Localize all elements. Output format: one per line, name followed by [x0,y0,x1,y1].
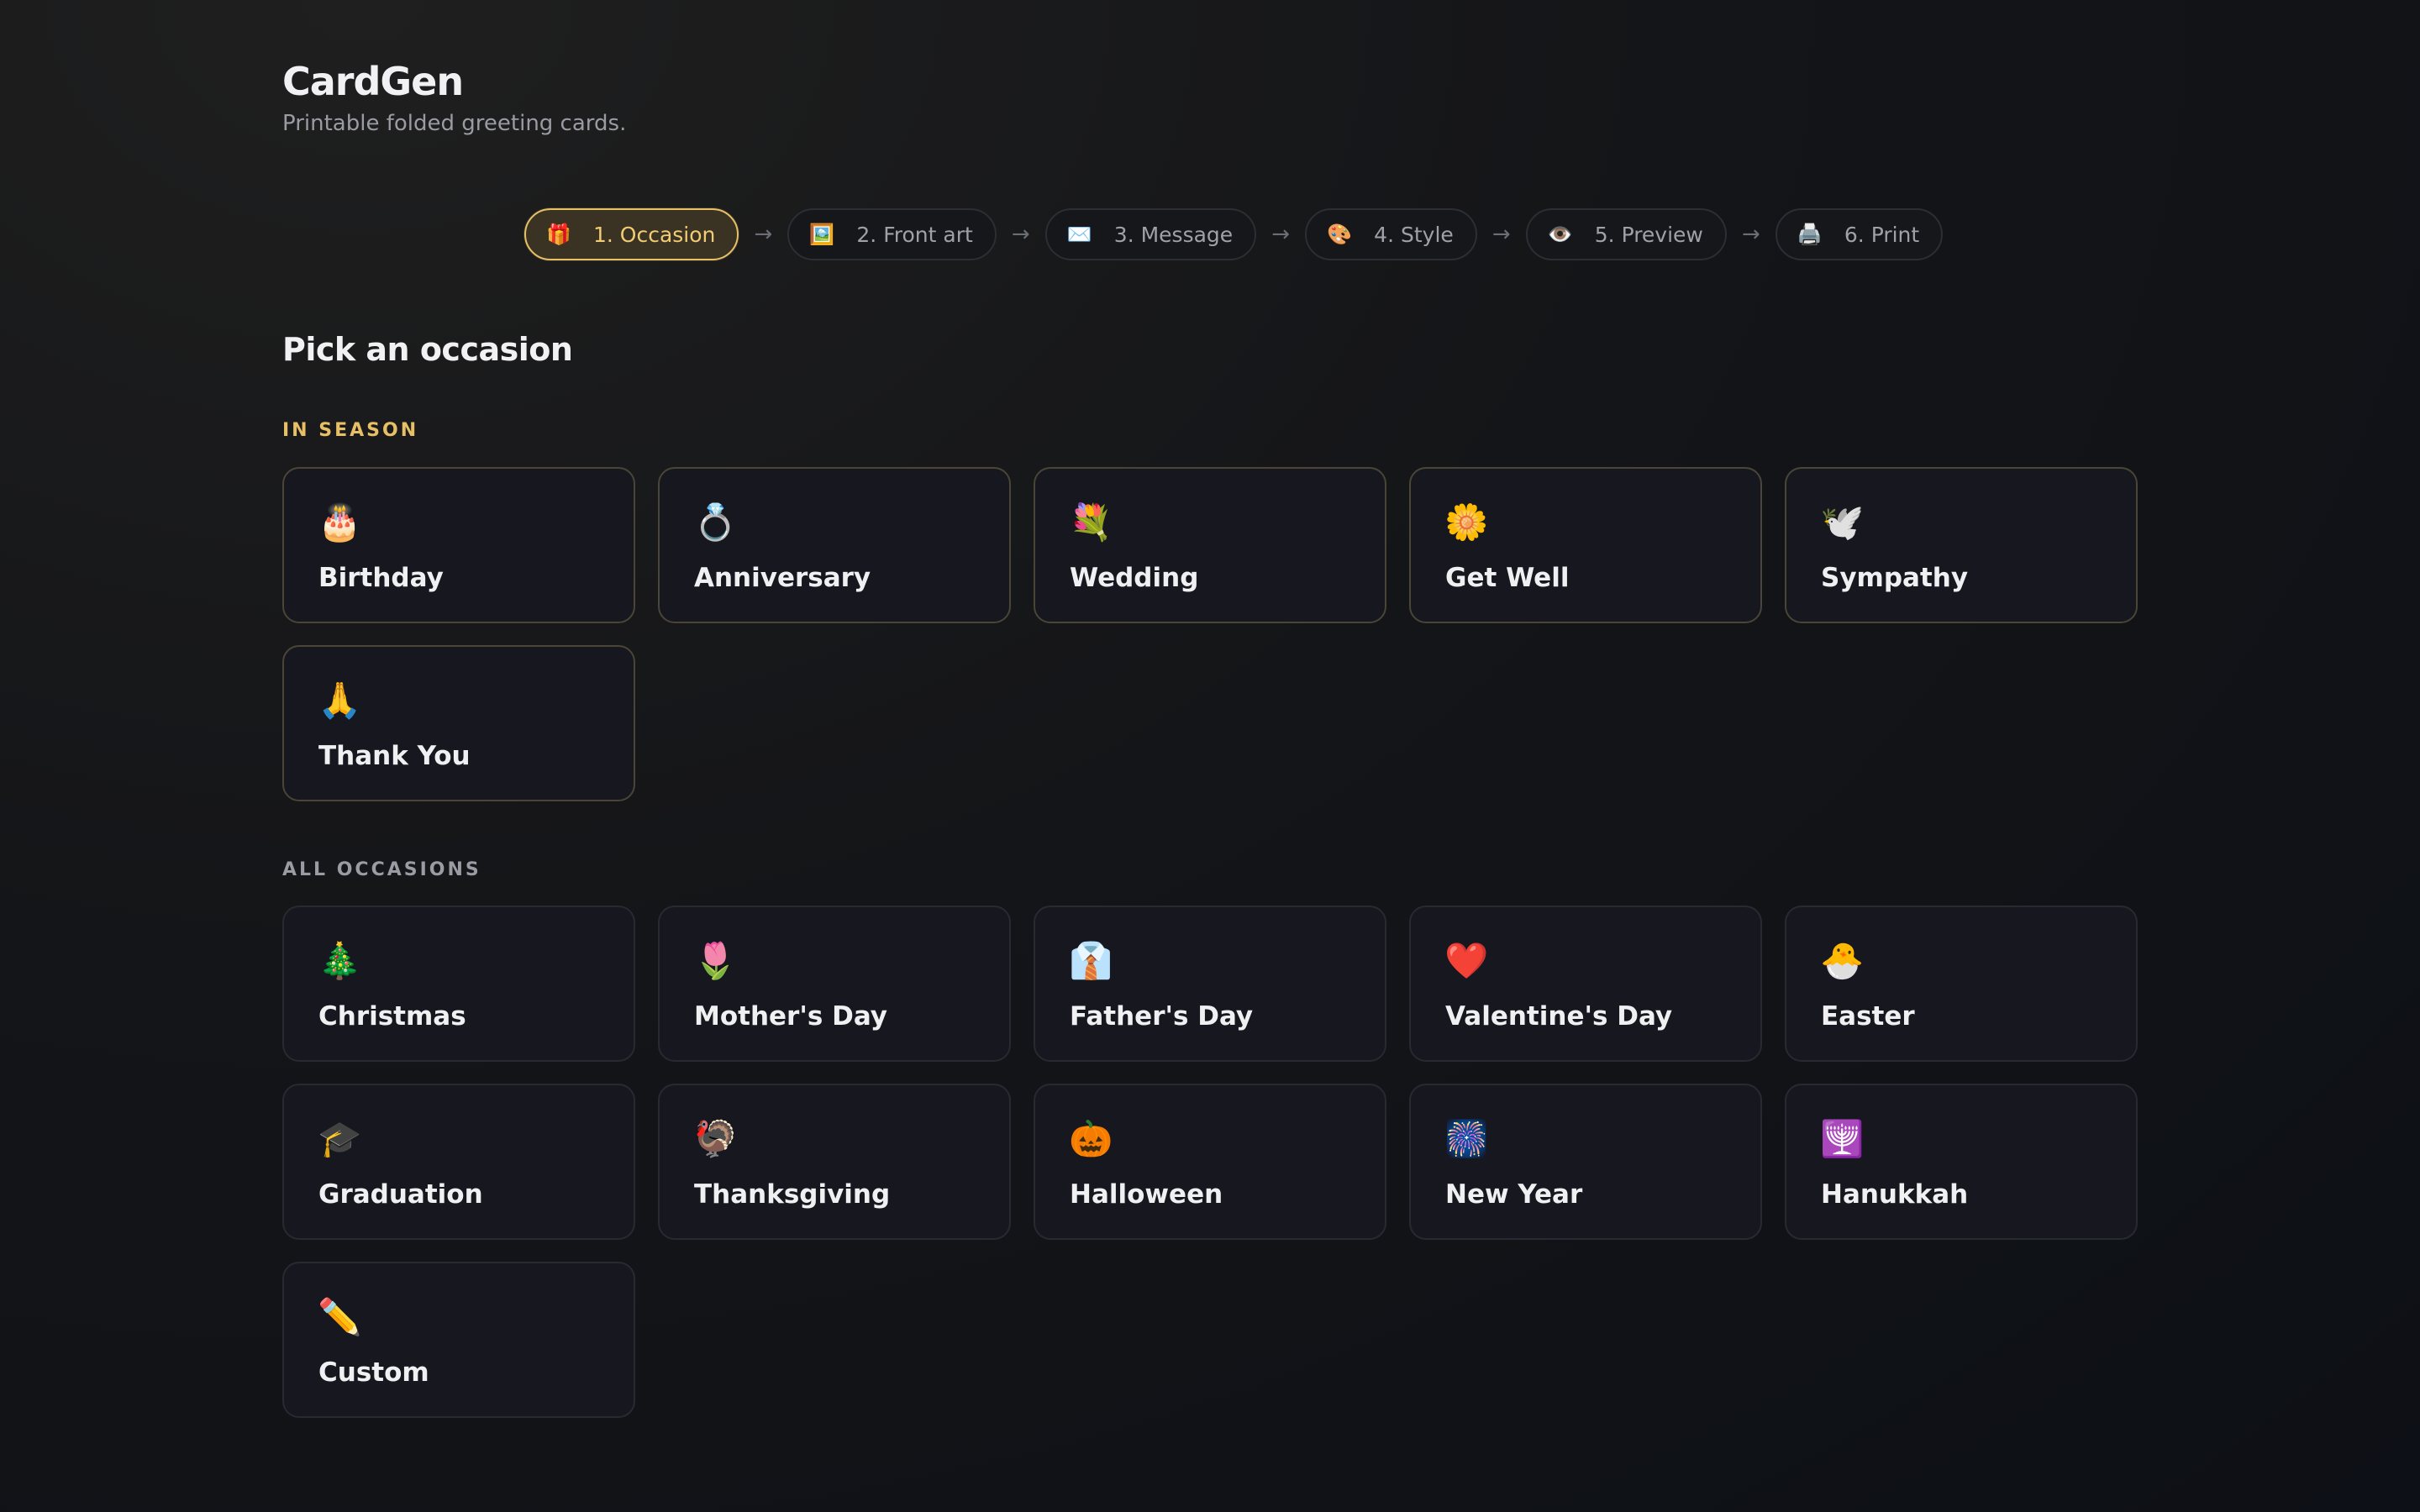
necktie-icon: 👔 [1069,940,1113,981]
eye-icon: 👁️ [1547,223,1573,246]
hatching-chick-icon: 🐣 [1820,940,1865,981]
bouquet-icon: 💐 [1069,501,1113,543]
step-front-art[interactable]: 🖼️ 2. Front art [787,208,997,260]
arrow-right-icon: → [1741,222,1760,247]
envelope-icon: ✉️ [1066,223,1092,246]
card-label: Hanukkah [1821,1179,1969,1210]
occasion-card-fathers-day[interactable]: 👔 Father's Day [1034,906,1386,1062]
cake-icon: 🎂 [318,501,362,543]
praying-hands-icon: 🙏 [318,680,362,721]
step-message[interactable]: ✉️ 3. Message [1044,208,1257,260]
occasion-card-thank-you[interactable]: 🙏 Thank You [282,645,635,801]
in-season-grid: 🎂 Birthday 💍 Anniversary 💐 Wedding 🌼 Get… [282,467,2138,801]
step-style[interactable]: 🎨 4. Style [1305,208,1477,260]
step-print[interactable]: 🖨️ 6. Print [1775,208,1944,260]
card-label: Thank You [318,741,471,771]
christmas-tree-icon: 🎄 [318,940,362,981]
step-occasion[interactable]: 🎁 1. Occasion [524,208,739,260]
card-label: Get Well [1445,563,1570,593]
card-label: Birthday [318,563,444,593]
wizard-stepper: 🎁 1. Occasion → 🖼️ 2. Front art → ✉️ 3. … [524,208,1944,260]
menorah-icon: 🕎 [1820,1118,1865,1159]
step-label: 5. Preview [1594,222,1703,247]
card-label: Father's Day [1070,1001,1254,1032]
card-label: Sympathy [1821,563,1969,593]
step-label: 3. Message [1113,222,1234,247]
turkey-icon: 🦃 [693,1118,738,1159]
fireworks-icon: 🎆 [1444,1118,1489,1159]
occasion-card-graduation[interactable]: 🎓 Graduation [282,1084,635,1240]
card-label: Christmas [318,1001,466,1032]
graduation-cap-icon: 🎓 [318,1118,362,1159]
card-label: Valentine's Day [1445,1001,1673,1032]
card-label: Halloween [1070,1179,1223,1210]
occasion-card-get-well[interactable]: 🌼 Get Well [1409,467,1762,623]
occasion-card-wedding[interactable]: 💐 Wedding [1034,467,1386,623]
occasion-card-christmas[interactable]: 🎄 Christmas [282,906,635,1062]
arrow-right-icon: → [1491,222,1511,247]
card-label: Graduation [318,1179,483,1210]
card-label: Anniversary [694,563,871,593]
app-subtitle: Printable folded greeting cards. [282,111,627,136]
occasion-card-halloween[interactable]: 🎃 Halloween [1034,1084,1386,1240]
card-label: Mother's Day [694,1001,887,1032]
occasion-card-easter[interactable]: 🐣 Easter [1785,906,2138,1062]
pencil-icon: ✏️ [318,1296,362,1337]
card-label: New Year [1445,1179,1583,1210]
occasion-card-valentines-day[interactable]: ❤️ Valentine's Day [1409,906,1762,1062]
occasion-card-custom[interactable]: ✏️ Custom [282,1262,635,1418]
pumpkin-icon: 🎃 [1069,1118,1113,1159]
arrow-right-icon: → [1271,222,1291,247]
app-title: CardGen [282,59,464,104]
in-season-label: IN SEASON [282,420,419,441]
printer-icon: 🖨️ [1797,223,1823,246]
occasion-card-anniversary[interactable]: 💍 Anniversary [658,467,1011,623]
flower-icon: 🌼 [1444,501,1489,543]
occasion-card-new-year[interactable]: 🎆 New Year [1409,1084,1762,1240]
occasion-card-thanksgiving[interactable]: 🦃 Thanksgiving [658,1084,1011,1240]
step-label: 6. Print [1844,222,1920,247]
occasion-card-mothers-day[interactable]: 🌷 Mother's Day [658,906,1011,1062]
card-label: Thanksgiving [694,1179,891,1210]
card-label: Easter [1821,1001,1915,1032]
ring-icon: 💍 [693,501,738,543]
card-label: Wedding [1070,563,1199,593]
step-preview[interactable]: 👁️ 5. Preview [1525,208,1727,260]
step-label: 1. Occasion [593,222,716,247]
heart-icon: ❤️ [1444,940,1489,981]
picture-icon: 🖼️ [809,223,835,246]
arrow-right-icon: → [754,222,773,247]
occasion-card-birthday[interactable]: 🎂 Birthday [282,467,635,623]
all-occasions-label: ALL OCCASIONS [282,859,481,880]
gift-icon: 🎁 [546,223,571,246]
palette-icon: 🎨 [1327,223,1353,246]
arrow-right-icon: → [1011,222,1030,247]
section-heading: Pick an occasion [282,331,573,368]
all-occasions-grid: 🎄 Christmas 🌷 Mother's Day 👔 Father's Da… [282,906,2138,1418]
occasion-card-sympathy[interactable]: 🕊️ Sympathy [1785,467,2138,623]
card-label: Custom [318,1357,429,1388]
occasion-card-hanukkah[interactable]: 🕎 Hanukkah [1785,1084,2138,1240]
step-label: 4. Style [1374,222,1454,247]
dove-icon: 🕊️ [1820,501,1865,543]
tulip-icon: 🌷 [693,940,738,981]
step-label: 2. Front art [856,222,973,247]
